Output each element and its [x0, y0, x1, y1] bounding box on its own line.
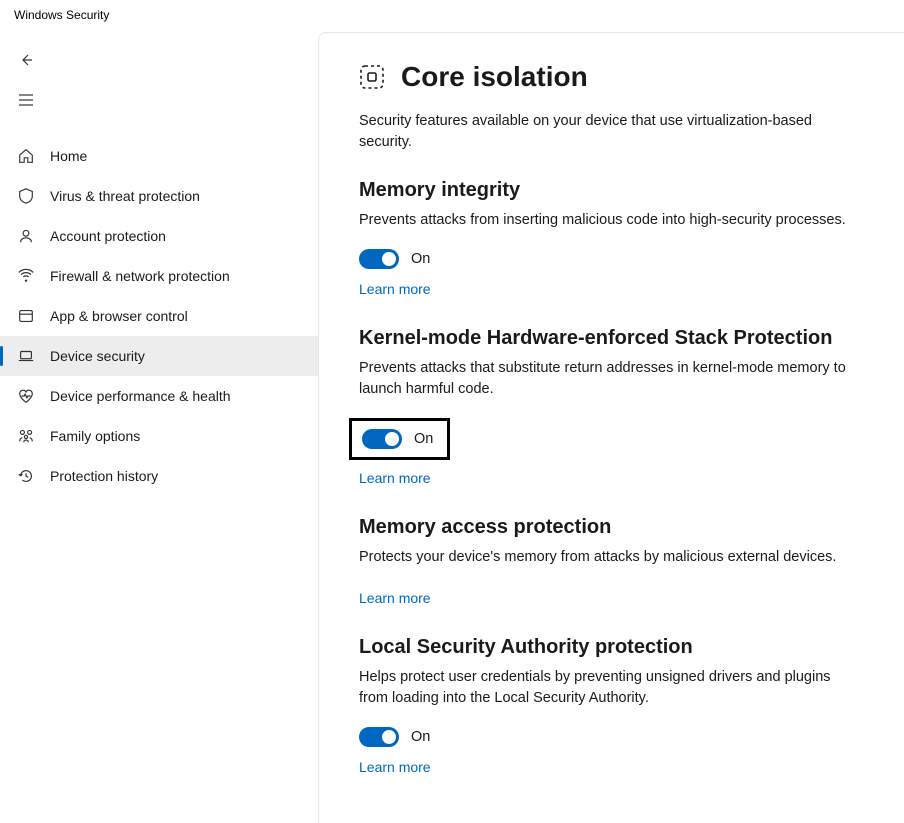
toggle-state-label: On	[414, 431, 433, 447]
network-icon	[16, 266, 36, 286]
history-icon	[16, 466, 36, 486]
learn-more-link[interactable]: Learn more	[359, 470, 431, 486]
sidebar: Home Virus & threat protection Account p…	[0, 26, 318, 823]
page-subtitle: Security features available on your devi…	[359, 111, 849, 153]
nav-label: App & browser control	[50, 308, 188, 324]
section-title: Memory access protection	[359, 516, 864, 539]
core-isolation-icon	[359, 64, 385, 90]
section-desc: Prevents attacks from inserting maliciou…	[359, 210, 849, 231]
nav-label: Device security	[50, 348, 145, 364]
nav-family-options[interactable]: Family options	[0, 416, 318, 456]
nav-app-browser[interactable]: App & browser control	[0, 296, 318, 336]
nav-account-protection[interactable]: Account protection	[0, 216, 318, 256]
nav-protection-history[interactable]: Protection history	[0, 456, 318, 496]
section-title: Memory integrity	[359, 179, 864, 202]
content-area: Core isolation Security features availab…	[318, 32, 904, 823]
section-desc: Prevents attacks that substitute return …	[359, 358, 849, 400]
nav-list: Home Virus & threat protection Account p…	[0, 136, 318, 496]
page-title: Core isolation	[401, 61, 588, 93]
shield-icon	[16, 186, 36, 206]
hamburger-icon	[18, 93, 34, 107]
section-lsa: Local Security Authority protection Help…	[359, 636, 864, 775]
learn-more-link[interactable]: Learn more	[359, 281, 431, 297]
nav-label: Protection history	[50, 468, 158, 484]
memory-integrity-toggle[interactable]	[359, 249, 399, 269]
nav-label: Device performance & health	[50, 388, 231, 404]
section-memory-access: Memory access protection Protects your d…	[359, 516, 864, 606]
nav-home[interactable]: Home	[0, 136, 318, 176]
section-kernel-stack: Kernel-mode Hardware-enforced Stack Prot…	[359, 327, 864, 486]
family-icon	[16, 426, 36, 446]
learn-more-link[interactable]: Learn more	[359, 590, 431, 606]
home-icon	[16, 146, 36, 166]
menu-button[interactable]	[8, 82, 44, 118]
nav-performance-health[interactable]: Device performance & health	[0, 376, 318, 416]
nav-label: Family options	[50, 428, 140, 444]
section-desc: Helps protect user credentials by preven…	[359, 667, 849, 709]
person-icon	[16, 226, 36, 246]
section-memory-integrity: Memory integrity Prevents attacks from i…	[359, 179, 864, 297]
lsa-toggle[interactable]	[359, 727, 399, 747]
window-title: Windows Security	[0, 0, 904, 26]
section-title: Local Security Authority protection	[359, 636, 864, 659]
back-button[interactable]	[8, 42, 44, 78]
nav-device-security[interactable]: Device security	[0, 336, 318, 376]
nav-label: Virus & threat protection	[50, 188, 200, 204]
learn-more-link[interactable]: Learn more	[359, 759, 431, 775]
highlighted-toggle-box: On	[349, 418, 450, 460]
nav-firewall[interactable]: Firewall & network protection	[0, 256, 318, 296]
nav-label: Account protection	[50, 228, 166, 244]
nav-virus-threat[interactable]: Virus & threat protection	[0, 176, 318, 216]
heart-icon	[16, 386, 36, 406]
toggle-state-label: On	[411, 251, 430, 267]
nav-label: Home	[50, 148, 87, 164]
window-icon	[16, 306, 36, 326]
toggle-state-label: On	[411, 729, 430, 745]
section-desc: Protects your device's memory from attac…	[359, 547, 849, 568]
kernel-stack-toggle[interactable]	[362, 429, 402, 449]
back-arrow-icon	[18, 52, 34, 68]
laptop-icon	[16, 346, 36, 366]
section-title: Kernel-mode Hardware-enforced Stack Prot…	[359, 327, 864, 350]
nav-label: Firewall & network protection	[50, 268, 230, 284]
